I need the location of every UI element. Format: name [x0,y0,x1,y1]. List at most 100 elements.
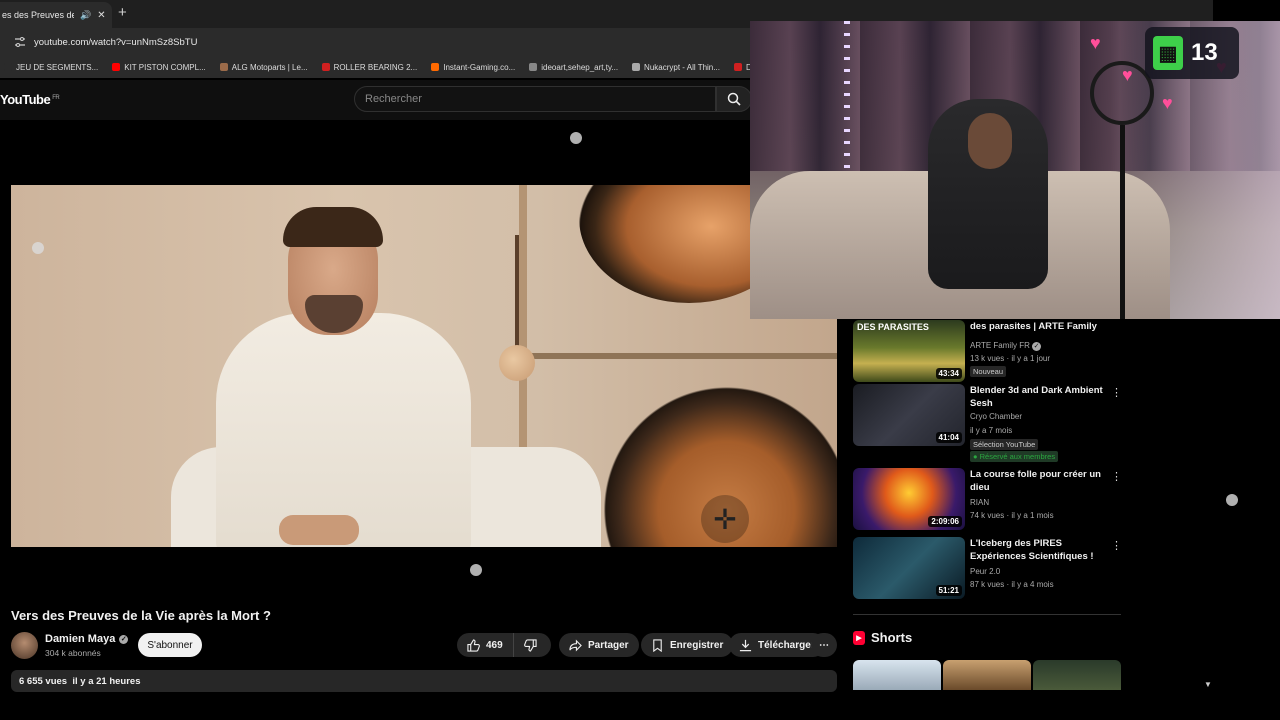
rec-channel[interactable]: RIAN [970,496,989,509]
share-label: Partager [588,639,629,651]
rec-title[interactable]: La course folle pour créer un dieu [970,468,1110,494]
upload-date: il y a 21 heures [72,676,141,687]
save-label: Enregistrer [670,639,724,651]
shorts-icon: ▶ [853,630,865,645]
like-count: 469 [486,639,503,651]
rec-title[interactable]: des parasites | ARTE Family [970,320,1110,333]
video-thumbnail[interactable]: 41:04 [853,384,965,446]
heart-icon: ♥ [1090,33,1101,53]
download-icon [739,639,752,651]
rec-channel[interactable]: ARTE Family FR ✓ [970,339,1042,352]
description-box[interactable]: 6 655 vues il y a 21 heures [11,670,837,692]
bookmark-favicon-icon [632,63,641,71]
duration: 43:34 [935,368,962,379]
fairy-lights [844,21,850,171]
channel-row: Damien Maya ✓ 304 k abonnés S'abonner 46… [11,632,837,662]
list-item[interactable]: DES PARASITES 43:34 des parasites | ARTE… [853,320,1123,388]
floating-dot [1226,494,1238,506]
share-button[interactable]: Partager [559,633,639,657]
channel-name[interactable]: Damien Maya ✓ [45,633,129,645]
new-badge: Nouveau [970,366,1007,377]
rec-meta: 87 k vues · il y a 4 mois [970,580,1054,589]
list-item[interactable]: 41:04 Blender 3d and Dark Ambient Sesh C… [853,384,1123,464]
rec-channel[interactable]: Cryo Chamber [970,410,1022,423]
list-item[interactable]: 2:09:06 La course folle pour créer un di… [853,468,1123,536]
shorts-label: Shorts [871,630,913,645]
floating-dot [470,564,482,576]
bookmark-icon [653,638,662,652]
bookmark-item[interactable]: Instant-Gaming.co... [431,63,515,72]
video-player[interactable]: ✛ [11,134,837,598]
bookmark-label: Nukacrypt - All Thin... [644,62,720,72]
more-actions-button[interactable]: ⋯ [811,633,837,657]
bookmark-item[interactable]: ALG Motoparts | Le... [219,62,308,72]
bookmark-favicon-icon [733,63,742,71]
save-button[interactable]: Enregistrer [641,633,734,657]
video-thumbnail[interactable]: 51:21 [853,537,965,599]
bookmark-favicon-icon [529,63,538,71]
presenter-hair [283,207,383,247]
rec-title[interactable]: L'Iceberg des PIRES Expériences Scientif… [970,537,1110,563]
bookmark-item[interactable]: JEU DE SEGMENTS... [4,63,98,72]
video-thumbnail[interactable]: 2:09:06 [853,468,965,530]
more-icon[interactable]: ⋮ [1111,386,1122,399]
rec-meta: 74 k vues · il y a 1 mois [970,511,1054,520]
search-icon [727,92,741,106]
bookmark-item[interactable]: ideoart,sehep_art,ty... [529,63,618,72]
short-thumbnail[interactable] [943,660,1031,690]
tab-title: es des Preuves de la V [2,10,74,20]
avatar[interactable] [11,632,38,659]
duration: 51:21 [935,585,962,596]
more-icon[interactable]: ⋮ [1111,470,1122,483]
rec-channel[interactable]: Peur 2.0 [970,565,1000,578]
like-button[interactable]: 469 [457,633,513,657]
list-item[interactable]: 51:21 L'Iceberg des PIRES Expériences Sc… [853,537,1123,605]
more-icon[interactable]: ⋮ [1111,539,1122,552]
bookmark-label: JEU DE SEGMENTS... [16,62,99,72]
bookmark-label: ALG Motoparts | Le... [231,62,308,72]
counter-icon: ▦ [1153,36,1183,70]
video-thumbnail[interactable]: DES PARASITES 43:34 [853,320,965,382]
more-icon: ⋯ [819,639,829,651]
view-count: 6 655 vues [19,676,68,687]
subscribe-button[interactable]: S'abonner [138,633,202,657]
rec-title[interactable]: Blender 3d and Dark Ambient Sesh [970,384,1110,410]
rec-meta: 13 k vues · il y a 1 jour [970,354,1051,363]
youtube-logo[interactable]: YouTube FR [0,92,60,107]
phone-stand [1120,125,1125,319]
bookmark-item[interactable]: ROLLER BEARING 2... [321,62,418,72]
speaker-icon[interactable]: 🔊 [80,10,91,21]
dislike-button[interactable] [513,633,551,657]
verified-icon: ✓ [1032,342,1042,351]
webcam-overlay: ♥ ♥ ♥ ♥ ▦ 13 [750,21,1280,319]
divider [853,614,1121,615]
bookmark-favicon-icon [321,63,330,71]
search-button[interactable] [716,86,752,112]
close-icon[interactable]: ✕ [97,10,105,21]
bookmark-item[interactable]: KIT PISTON COMPL... [112,63,206,72]
members-icon: ● [973,452,978,461]
short-thumbnail[interactable] [853,660,941,690]
bookmark-label: ROLLER BEARING 2... [333,62,418,72]
bookmark-favicon-icon [4,63,12,71]
viewer-counter: ▦ 13 [1145,27,1239,79]
video-frame[interactable]: ✛ [11,185,837,547]
address-bar[interactable]: youtube.com/watch?v=unNmSz8SbTU [0,28,760,56]
thumbnail-caption: DES PARASITES [857,322,929,332]
bookmark-item[interactable]: Nukacrypt - All Thin... [632,63,720,72]
short-thumbnail[interactable] [1033,660,1121,690]
scroll-down-icon[interactable]: ▼ [1204,680,1212,689]
gong-bar [531,353,837,359]
bookmark-label: ideoart,sehep_art,ty... [541,62,619,72]
floating-dot [570,132,582,144]
thumbs-down-icon [524,638,537,652]
youtube-header: YouTube FR Rechercher [0,80,760,120]
new-tab-button[interactable]: + [118,4,127,21]
bookmark-favicon-icon [431,63,440,71]
url-text[interactable]: youtube.com/watch?v=unNmSz8SbTU [34,37,197,48]
site-settings-icon[interactable] [14,36,26,48]
mallet [499,345,535,381]
browser-tab[interactable]: es des Preuves de la V 🔊 ✕ [0,2,112,28]
search-input[interactable]: Rechercher [354,86,716,112]
bookmark-favicon-icon [219,63,228,71]
